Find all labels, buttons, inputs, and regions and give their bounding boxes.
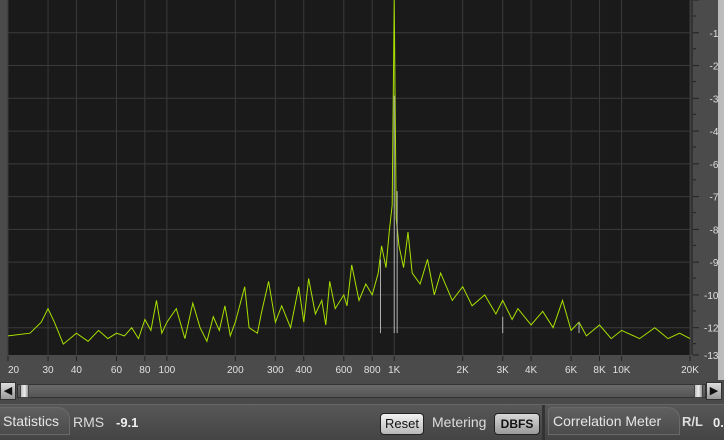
x-tick-label: 100 (159, 365, 176, 376)
x-tick-label: 200 (227, 365, 244, 376)
scroll-track[interactable] (17, 384, 706, 398)
frequency-scrollbar[interactable]: ◀ ▶ (0, 382, 724, 402)
x-tick-label: 10K (613, 365, 631, 376)
rms-value: -9.1 (116, 415, 139, 430)
scroll-right-button[interactable]: ▶ (706, 382, 722, 400)
statistics-tab[interactable]: Statistics (0, 407, 70, 435)
x-tick-label: 800 (364, 365, 381, 376)
x-tick-label: 3K (497, 365, 510, 376)
panel-divider (542, 405, 545, 440)
metering-label: Metering (432, 414, 487, 430)
side-edge (718, 0, 724, 380)
x-tick-label: 8K (593, 365, 606, 376)
plot-background (8, 0, 690, 355)
x-tick-label: 40 (71, 365, 83, 376)
x-tick-label: 80 (139, 365, 151, 376)
correlation-meter-tab[interactable]: Correlation Meter (548, 407, 680, 435)
x-tick-label: 20K (681, 365, 699, 376)
x-tick-label: 20 (8, 365, 20, 376)
rl-value: 0. (713, 415, 724, 430)
spectrum-analyzer: 20 30 40 60 80 100 200 300 400 600 800 1K 2K 3K 4K 6K 8K… (0, 0, 724, 380)
x-tick-label: 1K (388, 365, 401, 376)
x-tick-label: 400 (295, 365, 312, 376)
rms-label: RMS (73, 414, 105, 430)
metering-mode-button[interactable]: DBFS (494, 413, 540, 435)
x-tick-label: 600 (335, 365, 352, 376)
reset-button[interactable]: Reset (380, 413, 424, 435)
rl-label: R/L (682, 414, 703, 429)
x-tick-label: 60 (111, 365, 123, 376)
range-start-handle[interactable] (20, 384, 29, 398)
x-tick-label: 4K (525, 365, 538, 376)
x-tick-label: 300 (267, 365, 284, 376)
plot-border (691, 0, 693, 355)
x-tick-label: 2K (457, 365, 470, 376)
bottom-panel: Statistics RMS -9.1 Reset Metering DBFS … (0, 404, 724, 440)
x-tick-label: 30 (42, 365, 54, 376)
range-end-handle[interactable] (694, 384, 703, 398)
scroll-left-button[interactable]: ◀ (0, 382, 16, 400)
x-tick-label: 6K (565, 365, 578, 376)
